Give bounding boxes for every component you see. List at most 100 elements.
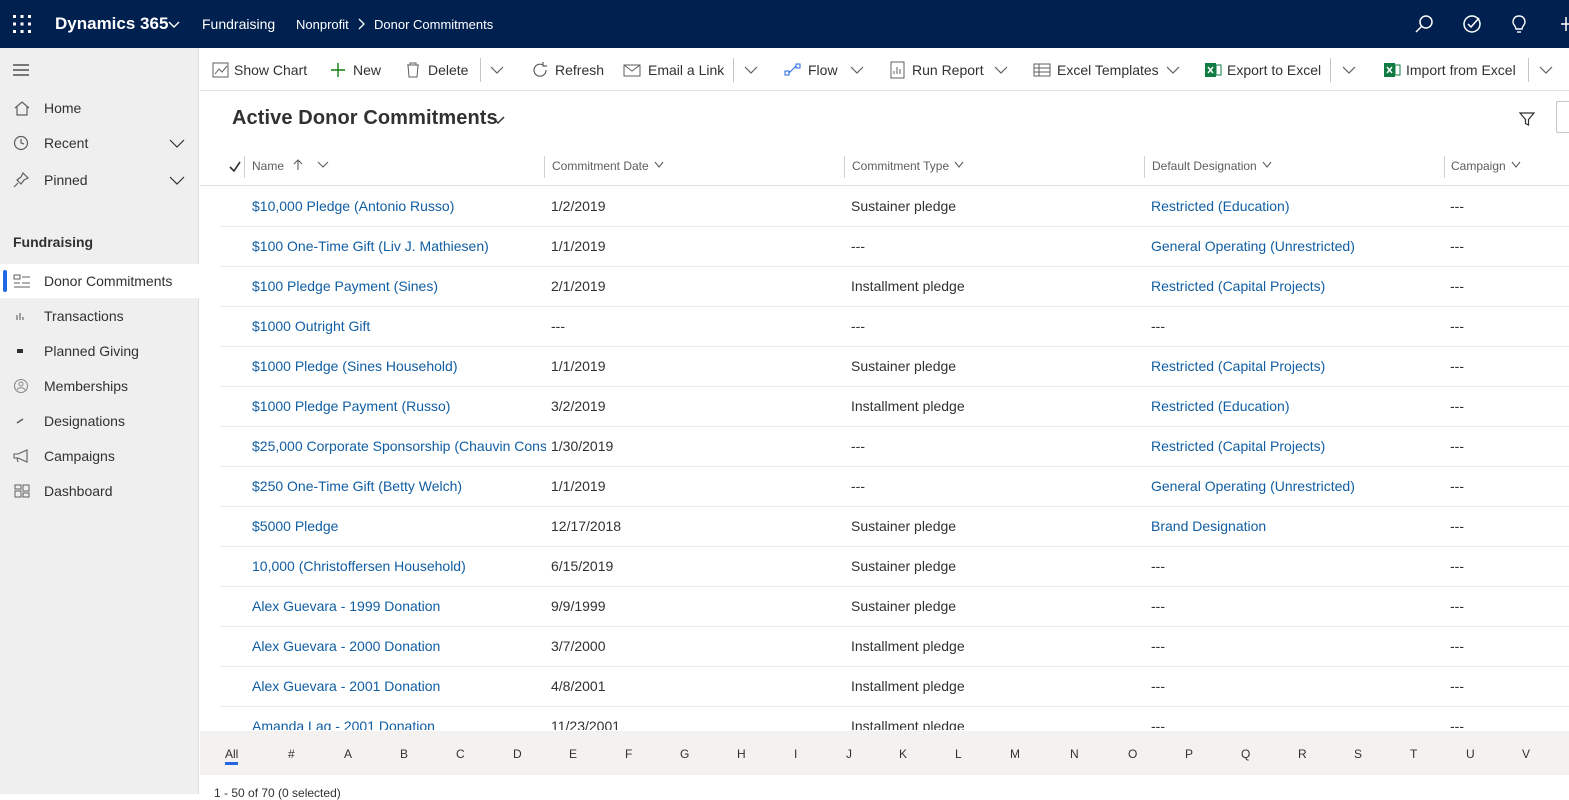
name-cell[interactable]: $25,000 Corporate Sponsorship (Chauvin C…: [252, 438, 546, 454]
table-row[interactable]: Alex Guevara - 2001 Donation 4/8/2001 In…: [220, 667, 1569, 707]
column-header-default-designation[interactable]: Default Designation: [1152, 159, 1272, 173]
name-cell[interactable]: $100 Pledge Payment (Sines): [252, 278, 544, 294]
sidebar-item-home[interactable]: Home: [0, 91, 199, 125]
jump-r[interactable]: R: [1298, 747, 1307, 761]
table-row[interactable]: Alex Guevara - 1999 Donation 9/9/1999 Su…: [220, 587, 1569, 627]
chevron-down-icon[interactable]: [1341, 62, 1357, 78]
app-launcher-icon[interactable]: [12, 14, 32, 34]
chevron-down-icon[interactable]: [169, 136, 185, 150]
breadcrumb-donor-commitments[interactable]: Donor Commitments: [374, 17, 493, 32]
search-icon[interactable]: [1413, 13, 1435, 35]
select-all-checkmark-icon[interactable]: [228, 160, 242, 174]
sidebar-item-donor-commitments[interactable]: Donor Commitments: [0, 264, 199, 298]
jump-g[interactable]: G: [680, 747, 689, 761]
excel-templates-button[interactable]: Excel Templates: [1033, 48, 1163, 91]
table-row[interactable]: $25,000 Corporate Sponsorship (Chauvin C…: [220, 427, 1569, 467]
jump-f[interactable]: F: [625, 747, 632, 761]
email-link-button[interactable]: Email a Link: [623, 48, 724, 91]
jump-v[interactable]: V: [1522, 747, 1530, 761]
name-cell[interactable]: Alex Guevara - 1999 Donation: [252, 598, 544, 614]
jump-t[interactable]: T: [1410, 747, 1417, 761]
refresh-button[interactable]: Refresh: [531, 48, 604, 91]
jump-q[interactable]: Q: [1241, 747, 1250, 761]
sidebar-item-pinned[interactable]: Pinned: [0, 163, 199, 197]
jump-e[interactable]: E: [569, 747, 577, 761]
jump-n[interactable]: N: [1070, 747, 1079, 761]
table-row[interactable]: Amanda Lag - 2001 Donation 11/23/2001 In…: [220, 707, 1569, 730]
filter-icon[interactable]: [1518, 110, 1536, 128]
chevron-down-icon[interactable]: [489, 62, 505, 78]
name-cell[interactable]: $1000 Pledge (Sines Household): [252, 358, 544, 374]
chevron-down-icon[interactable]: [166, 16, 182, 32]
sidebar-item-planned-giving[interactable]: Planned Giving: [0, 334, 199, 368]
name-cell[interactable]: $100 One-Time Gift (Liv J. Mathiesen): [252, 238, 544, 254]
import-from-excel-button[interactable]: Import from Excel: [1383, 48, 1518, 91]
sidebar-item-transactions[interactable]: Transactions: [0, 299, 199, 333]
area-name[interactable]: Fundraising: [202, 16, 275, 32]
chevron-down-icon[interactable]: [1165, 62, 1181, 78]
lightbulb-icon[interactable]: [1508, 13, 1530, 35]
default-designation-cell[interactable]: Restricted (Capital Projects): [1151, 278, 1325, 294]
jump-u[interactable]: U: [1466, 747, 1475, 761]
default-designation-cell[interactable]: Restricted (Education): [1151, 398, 1290, 414]
default-designation-cell[interactable]: Restricted (Capital Projects): [1151, 438, 1325, 454]
jump-i[interactable]: I: [794, 747, 797, 761]
jump-j[interactable]: J: [846, 747, 852, 761]
table-row[interactable]: $1000 Pledge Payment (Russo) 3/2/2019 In…: [220, 387, 1569, 427]
chevron-down-icon[interactable]: [169, 173, 185, 187]
jump-k[interactable]: K: [899, 747, 907, 761]
jump-a[interactable]: A: [344, 747, 352, 761]
default-designation-cell[interactable]: Restricted (Education): [1151, 198, 1290, 214]
jump-b[interactable]: B: [400, 747, 408, 761]
default-designation-cell[interactable]: General Operating (Unrestricted): [1151, 478, 1355, 494]
table-row[interactable]: Alex Guevara - 2000 Donation 3/7/2000 In…: [220, 627, 1569, 667]
name-cell[interactable]: Amanda Lag - 2001 Donation: [252, 718, 544, 730]
jump-all[interactable]: All: [225, 747, 239, 765]
new-button[interactable]: New: [329, 48, 385, 91]
name-cell[interactable]: $1000 Pledge Payment (Russo): [252, 398, 544, 414]
chevron-down-icon[interactable]: [993, 62, 1009, 78]
chevron-down-icon[interactable]: [1538, 62, 1554, 78]
jump-c[interactable]: C: [456, 747, 465, 761]
jump-p[interactable]: P: [1185, 747, 1193, 761]
name-cell[interactable]: 10,000 (Christoffersen Household): [252, 558, 544, 574]
table-row[interactable]: $100 One-Time Gift (Liv J. Mathiesen) 1/…: [220, 227, 1569, 267]
jump-hash[interactable]: #: [288, 747, 295, 761]
sidebar-item-campaigns[interactable]: Campaigns: [0, 439, 199, 473]
column-header-campaign[interactable]: Campaign: [1451, 159, 1521, 173]
name-cell[interactable]: $1000 Outright Gift: [252, 318, 544, 334]
default-designation-cell[interactable]: Restricted (Capital Projects): [1151, 358, 1325, 374]
column-header-commitment-date[interactable]: Commitment Date: [552, 159, 664, 173]
name-cell[interactable]: Alex Guevara - 2001 Donation: [252, 678, 544, 694]
name-cell[interactable]: $10,000 Pledge (Antonio Russo): [252, 198, 544, 214]
flow-button[interactable]: Flow: [784, 48, 840, 91]
column-header-name[interactable]: Name: [252, 159, 329, 173]
column-header-commitment-type[interactable]: Commitment Type: [852, 159, 964, 173]
table-row[interactable]: $1000 Outright Gift --- --- --- ---: [220, 307, 1569, 347]
table-row[interactable]: $250 One-Time Gift (Betty Welch) 1/1/201…: [220, 467, 1569, 507]
plus-icon[interactable]: [1555, 13, 1569, 35]
table-row[interactable]: $100 Pledge Payment (Sines) 2/1/2019 Ins…: [220, 267, 1569, 307]
table-row[interactable]: 10,000 (Christoffersen Household) 6/15/2…: [220, 547, 1569, 587]
jump-s[interactable]: S: [1354, 747, 1362, 761]
run-report-button[interactable]: Run Report: [889, 48, 989, 91]
view-selector-title[interactable]: Active Donor Commitments: [232, 107, 498, 130]
default-designation-cell[interactable]: Brand Designation: [1151, 518, 1266, 534]
table-row[interactable]: $10,000 Pledge (Antonio Russo) 1/2/2019 …: [220, 187, 1569, 227]
jump-h[interactable]: H: [737, 747, 746, 761]
jump-o[interactable]: O: [1128, 747, 1137, 761]
table-row[interactable]: $5000 Pledge 12/17/2018 Sustainer pledge…: [220, 507, 1569, 547]
jump-l[interactable]: L: [955, 747, 962, 761]
delete-button[interactable]: Delete: [404, 48, 470, 91]
hamburger-menu-icon[interactable]: [13, 63, 29, 77]
default-designation-cell[interactable]: General Operating (Unrestricted): [1151, 238, 1355, 254]
chevron-down-icon[interactable]: [489, 111, 507, 129]
chevron-down-icon[interactable]: [743, 62, 759, 78]
sidebar-item-recent[interactable]: Recent: [0, 126, 199, 160]
jump-m[interactable]: M: [1010, 747, 1020, 761]
name-cell[interactable]: $5000 Pledge: [252, 518, 544, 534]
table-row[interactable]: $1000 Pledge (Sines Household) 1/1/2019 …: [220, 347, 1569, 387]
app-title[interactable]: Dynamics 365: [55, 14, 168, 34]
export-to-excel-button[interactable]: Export to Excel: [1204, 48, 1322, 91]
task-icon[interactable]: [1461, 13, 1483, 35]
